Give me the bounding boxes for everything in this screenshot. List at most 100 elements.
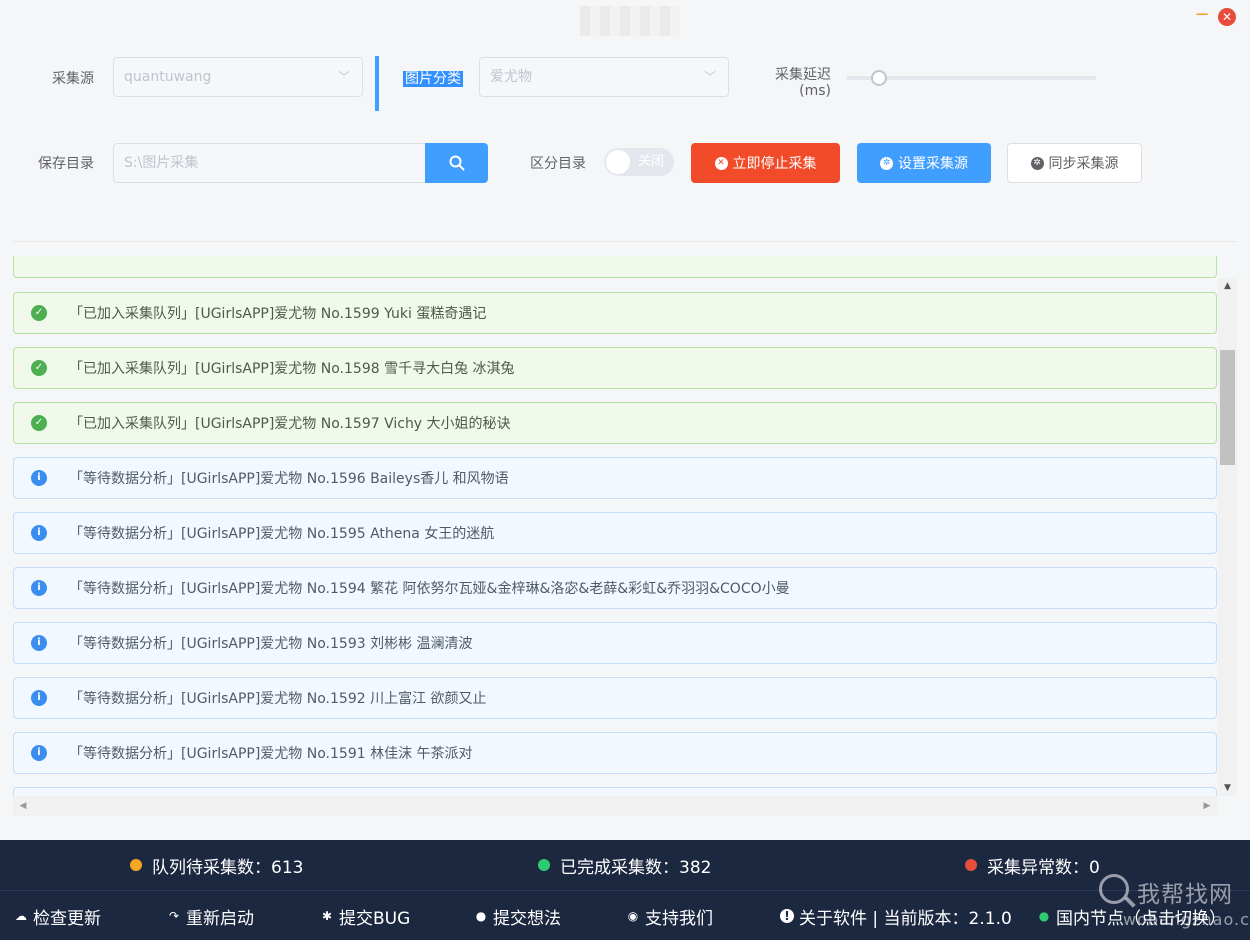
scrollbar-thumb[interactable] xyxy=(1220,350,1235,465)
separate-dir-label: 区分目录 xyxy=(530,156,586,172)
restart-button[interactable]: ↷ 重新启动 xyxy=(167,891,254,940)
log-text: 「等待数据分析」[UGirlsAPP]爱尤物 No.1595 Athena 女王… xyxy=(69,526,495,542)
window-title-blurred xyxy=(580,6,680,36)
log-text: 「等待数据分析」[UGirlsAPP]爱尤物 No.1594 繁花 阿依努尔瓦娅… xyxy=(69,581,790,597)
chevron-down-icon: ﹀ xyxy=(337,70,350,84)
toggle-knob xyxy=(606,150,630,174)
done-count: 已完成采集数：382 xyxy=(560,857,712,878)
search-button[interactable] xyxy=(425,143,488,183)
palette-icon: ◉ xyxy=(627,909,639,923)
scroll-left-icon[interactable]: ◀ xyxy=(15,796,31,816)
log-item-partial xyxy=(13,787,1217,796)
leaf-icon: ● xyxy=(1038,909,1050,923)
log-item: i 「等待数据分析」[UGirlsAPP]爱尤物 No.1595 Athena 女… xyxy=(13,512,1217,554)
category-select-value: 爱尤物 xyxy=(490,69,532,85)
header-divider xyxy=(13,241,1237,242)
stats-bar: 队列待采集数：613 已完成采集数：382 采集异常数：0 xyxy=(0,840,1250,890)
vertical-scrollbar[interactable]: ▲ ▼ xyxy=(1218,278,1237,796)
error-stat: 采集异常数：0 xyxy=(965,840,1100,890)
redo-icon: ↷ xyxy=(168,909,180,923)
submit-bug-button[interactable]: ✱ 提交BUG xyxy=(320,891,410,940)
bug-icon: ✱ xyxy=(321,909,333,923)
submit-bug-label: 提交BUG xyxy=(339,908,411,929)
queue-dot xyxy=(130,859,142,871)
status-icon: i xyxy=(31,690,47,706)
lightbulb-icon: ● xyxy=(475,909,487,923)
source-label: 采集源 xyxy=(52,71,94,87)
log-text: 「等待数据分析」[UGirlsAPP]爱尤物 No.1596 Baileys香儿… xyxy=(69,471,509,487)
log-item-partial xyxy=(13,256,1217,278)
status-icon: i xyxy=(31,470,47,486)
delay-label-unit: (ms) xyxy=(799,83,831,99)
log-item: i 「等待数据分析」[UGirlsAPP]爱尤物 No.1596 Baileys香… xyxy=(13,457,1217,499)
scroll-right-icon[interactable]: ▶ xyxy=(1199,796,1215,816)
log-item: i 「等待数据分析」[UGirlsAPP]爱尤物 No.1594 繁花 阿依努尔瓦… xyxy=(13,567,1217,609)
status-icon: i xyxy=(31,525,47,541)
status-icon: i xyxy=(31,580,47,596)
magnifier-handle xyxy=(1124,896,1136,908)
scroll-down-icon[interactable]: ▼ xyxy=(1218,780,1237,796)
set-source-label: 设置采集源 xyxy=(898,156,968,172)
error-count: 采集异常数：0 xyxy=(987,857,1100,878)
section-divider xyxy=(375,56,379,111)
log-text: 「已加入采集队列」[UGirlsAPP]爱尤物 No.1598 雪千寻大白兔 冰… xyxy=(69,361,515,377)
cloud-upload-icon: ☁ xyxy=(15,909,27,923)
check-update-label: 检查更新 xyxy=(33,908,101,929)
category-select[interactable]: 爱尤物 ﹀ xyxy=(479,57,729,97)
delay-label-line1: 采集延迟 xyxy=(775,67,831,83)
error-dot xyxy=(965,859,977,871)
status-icon: ✓ xyxy=(31,360,47,376)
delay-label: 采集延迟 (ms) xyxy=(770,67,831,99)
sync-source-button[interactable]: ✲ 同步采集源 xyxy=(1007,143,1142,183)
log-text: 「已加入采集队列」[UGirlsAPP]爱尤物 No.1597 Vichy 大小… xyxy=(69,416,511,432)
status-icon: i xyxy=(31,745,47,761)
queue-count: 队列待采集数：613 xyxy=(152,857,304,878)
done-dot xyxy=(538,859,550,871)
delay-slider-handle[interactable] xyxy=(871,70,887,86)
log-item: ✓ 「已加入采集队列」[UGirlsAPP]爱尤物 No.1597 Vichy 大… xyxy=(13,402,1217,444)
stop-collect-button[interactable]: ✕ 立即停止采集 xyxy=(691,143,840,183)
log-item: i 「等待数据分析」[UGirlsAPP]爱尤物 No.1592 川上富江 欲颜又… xyxy=(13,677,1217,719)
horizontal-scrollbar[interactable]: ◀ ▶ xyxy=(13,796,1217,816)
gear-icon: ✲ xyxy=(880,156,893,170)
source-select[interactable]: quantuwang ﹀ xyxy=(113,57,363,97)
sync-source-label: 同步采集源 xyxy=(1048,156,1119,172)
minimize-icon[interactable]: − xyxy=(1193,6,1211,26)
log-text: 「等待数据分析」[UGirlsAPP]爱尤物 No.1593 刘彬彬 温澜清波 xyxy=(69,636,473,652)
source-select-value: quantuwang xyxy=(124,69,212,85)
category-label: 图片分类 xyxy=(403,68,463,88)
status-icon: ✓ xyxy=(31,415,47,431)
watermark-title: 我帮找网 xyxy=(1137,882,1233,908)
log-text: 「等待数据分析」[UGirlsAPP]爱尤物 No.1591 林佳沫 午茶派对 xyxy=(69,746,473,762)
watermark: 我帮找网 wobangzhao.com xyxy=(1095,870,1250,935)
save-dir-label: 保存目录 xyxy=(38,156,94,172)
chevron-down-icon: ﹀ xyxy=(703,70,716,84)
about-button[interactable]: ! 关于软件 | 当前版本：2.1.0 xyxy=(780,891,1012,940)
close-circle-icon: ✕ xyxy=(714,156,728,170)
toggle-state-text: 关闭 xyxy=(637,154,664,169)
stop-collect-label: 立即停止采集 xyxy=(732,156,817,172)
category-label-text: 图片分类 xyxy=(403,71,463,87)
check-update-button[interactable]: ☁ 检查更新 xyxy=(14,891,101,940)
support-us-label: 支持我们 xyxy=(645,908,713,929)
status-icon: i xyxy=(31,635,47,651)
info-icon: ! xyxy=(780,909,794,923)
footer-bar: ☁ 检查更新 ↷ 重新启动 ✱ 提交BUG ● 提交想法 ◉ 支持我们 ! 关于… xyxy=(0,890,1250,940)
queue-stat: 队列待采集数：613 xyxy=(130,840,303,890)
log-item: ✓ 「已加入采集队列」[UGirlsAPP]爱尤物 No.1598 雪千寻大白兔 … xyxy=(13,347,1217,389)
log-list: ✓ 「已加入采集队列」[UGirlsAPP]爱尤物 No.1599 Yuki 蛋糕… xyxy=(0,256,1218,796)
status-icon: ✓ xyxy=(31,305,47,321)
save-dir-input[interactable]: S:\图片采集 xyxy=(113,143,425,183)
done-stat: 已完成采集数：382 xyxy=(538,840,711,890)
log-text: 「等待数据分析」[UGirlsAPP]爱尤物 No.1592 川上富江 欲颜又止 xyxy=(69,691,487,707)
restart-label: 重新启动 xyxy=(186,908,254,929)
scroll-up-icon[interactable]: ▲ xyxy=(1218,278,1237,294)
close-icon[interactable]: ✕ xyxy=(1218,8,1236,26)
search-icon xyxy=(449,155,464,171)
about-label: 关于软件 | 当前版本：2.1.0 xyxy=(799,908,1012,929)
log-item: i 「等待数据分析」[UGirlsAPP]爱尤物 No.1591 林佳沫 午茶派对 xyxy=(13,732,1217,774)
support-us-button[interactable]: ◉ 支持我们 xyxy=(626,891,713,940)
submit-idea-button[interactable]: ● 提交想法 xyxy=(474,891,561,940)
set-source-button[interactable]: ✲ 设置采集源 xyxy=(857,143,991,183)
separate-dir-toggle[interactable]: 关闭 xyxy=(604,148,674,176)
